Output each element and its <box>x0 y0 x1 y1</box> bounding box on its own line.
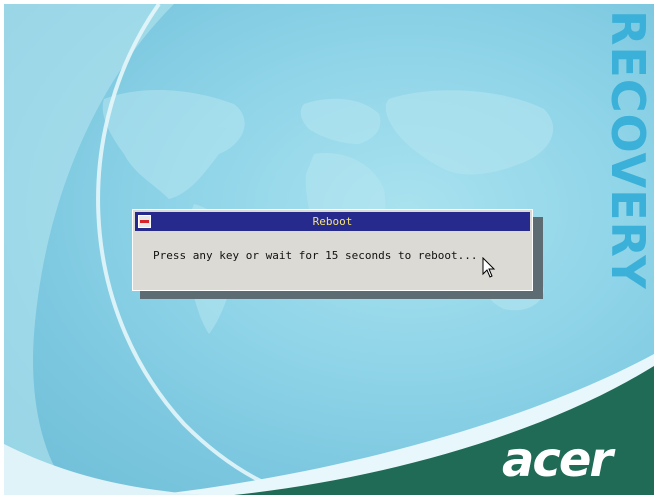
dialog-title: Reboot <box>312 215 353 228</box>
reboot-message: Press any key or wait for 15 seconds to … <box>153 249 478 262</box>
dialog-titlebar[interactable]: Reboot <box>135 212 530 231</box>
minus-close-icon[interactable] <box>138 215 151 228</box>
reboot-dialog[interactable]: Reboot Press any key or wait for 15 seco… <box>132 209 533 291</box>
arrow-cursor-icon <box>482 257 496 278</box>
recovery-side-text: RECOVERY <box>601 10 654 290</box>
acer-logo: acer <box>502 432 613 488</box>
